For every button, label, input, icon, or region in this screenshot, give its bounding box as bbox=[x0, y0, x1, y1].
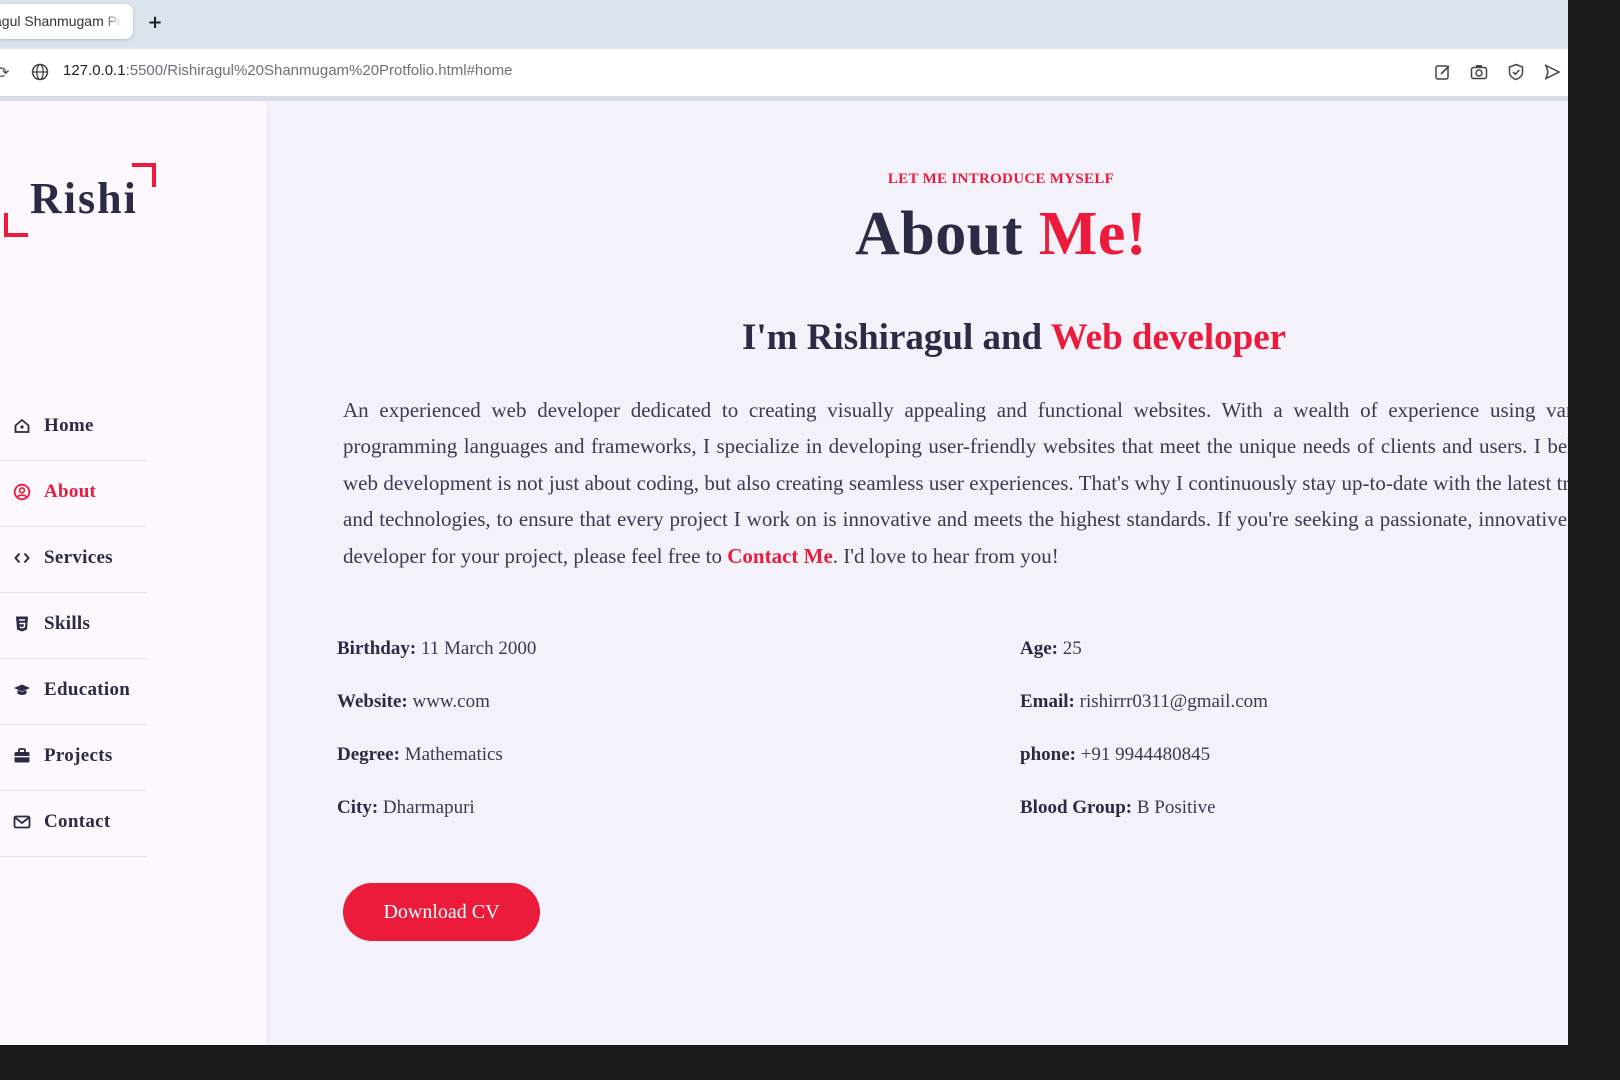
info-label: City: bbox=[337, 797, 379, 818]
sidebar-item-label: Education bbox=[44, 679, 131, 700]
sidebar-item-education[interactable]: Education bbox=[0, 659, 147, 725]
sidebar-item-label: Contact bbox=[44, 811, 111, 832]
info-label: Degree: bbox=[337, 744, 400, 765]
subtitle-accent: Web developer bbox=[1050, 317, 1287, 358]
url-path: :5500/Rishiragul%20Shanmugam%20Protfolio… bbox=[125, 62, 513, 79]
camera-icon[interactable] bbox=[1470, 63, 1488, 81]
info-label: Birthday: bbox=[337, 638, 417, 659]
bio-text: An experienced web developer dedicated t… bbox=[343, 398, 1568, 568]
browser-viewport: agul Shanmugam Po + ⟳ 127.0.0.1:5500/Ris… bbox=[0, 0, 1568, 1045]
shield-check-icon[interactable] bbox=[1507, 63, 1525, 81]
browser-tab-title: agul Shanmugam Po bbox=[0, 13, 122, 29]
about-subtitle: I'm Rishiragul and Web developer bbox=[268, 316, 1568, 359]
logo-text: Rishi bbox=[30, 174, 138, 223]
title-plain: About bbox=[854, 200, 1039, 268]
sidebar-item-label: Skills bbox=[44, 613, 91, 634]
new-tab-button[interactable]: + bbox=[143, 11, 167, 35]
sidebar-item-skills[interactable]: Skills bbox=[0, 593, 147, 659]
envelope-icon bbox=[13, 815, 31, 829]
user-circle-icon bbox=[13, 483, 31, 501]
info-value: +91 9944480845 bbox=[1080, 744, 1211, 765]
page-title: About Me! bbox=[268, 199, 1568, 270]
bio-end: . I'd love to hear from you! bbox=[832, 543, 1059, 568]
info-value: rishirrr0311@gmail.com bbox=[1079, 691, 1268, 712]
info-phone: phone: +91 9944480845 bbox=[1020, 744, 1210, 766]
info-birthday: Birthday: 11 March 2000 bbox=[337, 638, 536, 660]
info-label: Email: bbox=[1020, 691, 1075, 712]
sidebar-nav: Home About Services Skills Education Pro… bbox=[0, 395, 147, 857]
sidebar-item-home[interactable]: Home bbox=[0, 395, 147, 461]
sidebar-item-label: About bbox=[44, 481, 97, 502]
sidebar-item-label: Services bbox=[44, 547, 113, 568]
sidebar-item-contact[interactable]: Contact bbox=[0, 791, 147, 857]
section-eyebrow: LET ME INTRODUCE MYSELF bbox=[887, 171, 1115, 187]
briefcase-icon bbox=[14, 748, 30, 763]
contact-me-link[interactable]: Contact Me bbox=[727, 544, 833, 568]
info-city: City: Dharmapuri bbox=[337, 797, 475, 819]
info-value: 25 bbox=[1062, 638, 1082, 659]
info-email: Email: rishirrr0311@gmail.com bbox=[1020, 691, 1268, 713]
url-field[interactable]: 127.0.0.1:5500/Rishiragul%20Shanmugam%20… bbox=[63, 62, 512, 79]
url-host: 127.0.0.1 bbox=[63, 62, 126, 79]
sidebar-item-services[interactable]: Services bbox=[0, 527, 147, 593]
logo[interactable]: Rishi bbox=[4, 163, 156, 237]
subtitle-plain: I'm Rishiragul and bbox=[741, 317, 1051, 358]
site-info-icon[interactable] bbox=[31, 63, 49, 81]
send-icon[interactable] bbox=[1543, 63, 1561, 81]
info-value: B Positive bbox=[1136, 797, 1216, 818]
code-icon bbox=[14, 552, 30, 564]
info-age: Age: 25 bbox=[1020, 638, 1082, 660]
sidebar-item-label: Projects bbox=[44, 745, 113, 766]
info-degree: Degree: Mathematics bbox=[337, 744, 503, 766]
info-value: Dharmapuri bbox=[382, 797, 475, 818]
info-label: Blood Group: bbox=[1020, 797, 1133, 818]
sidebar-item-about[interactable]: About bbox=[0, 461, 147, 527]
bio-paragraph: An experienced web developer dedicated t… bbox=[343, 392, 1568, 574]
home-icon bbox=[14, 418, 30, 433]
info-label: Website: bbox=[337, 691, 408, 712]
about-section: LET ME INTRODUCE MYSELF About Me! I'm Ri… bbox=[268, 101, 1568, 1045]
reload-icon[interactable]: ⟳ bbox=[0, 63, 9, 82]
info-label: phone: bbox=[1020, 744, 1076, 765]
sidebar-item-projects[interactable]: Projects bbox=[0, 725, 147, 791]
info-label: Age: bbox=[1020, 638, 1058, 659]
html5-icon bbox=[16, 616, 28, 632]
title-accent: Me! bbox=[1038, 200, 1148, 268]
sidebar-item-label: Home bbox=[44, 415, 94, 436]
info-value: www.com bbox=[412, 691, 490, 712]
browser-tab[interactable]: agul Shanmugam Po bbox=[0, 4, 133, 39]
info-website: Website: www.com bbox=[337, 691, 490, 713]
graduation-cap-icon bbox=[14, 684, 30, 695]
info-value: Mathematics bbox=[404, 744, 503, 765]
logo-corner-bottom-left bbox=[4, 213, 28, 237]
info-value: 11 March 2000 bbox=[420, 638, 537, 659]
info-blood-group: Blood Group: B Positive bbox=[1020, 797, 1216, 819]
download-cv-button[interactable]: Download CV bbox=[343, 883, 540, 941]
edit-icon[interactable] bbox=[1434, 63, 1452, 81]
browser-tab-strip: agul Shanmugam Po + bbox=[0, 0, 1568, 49]
